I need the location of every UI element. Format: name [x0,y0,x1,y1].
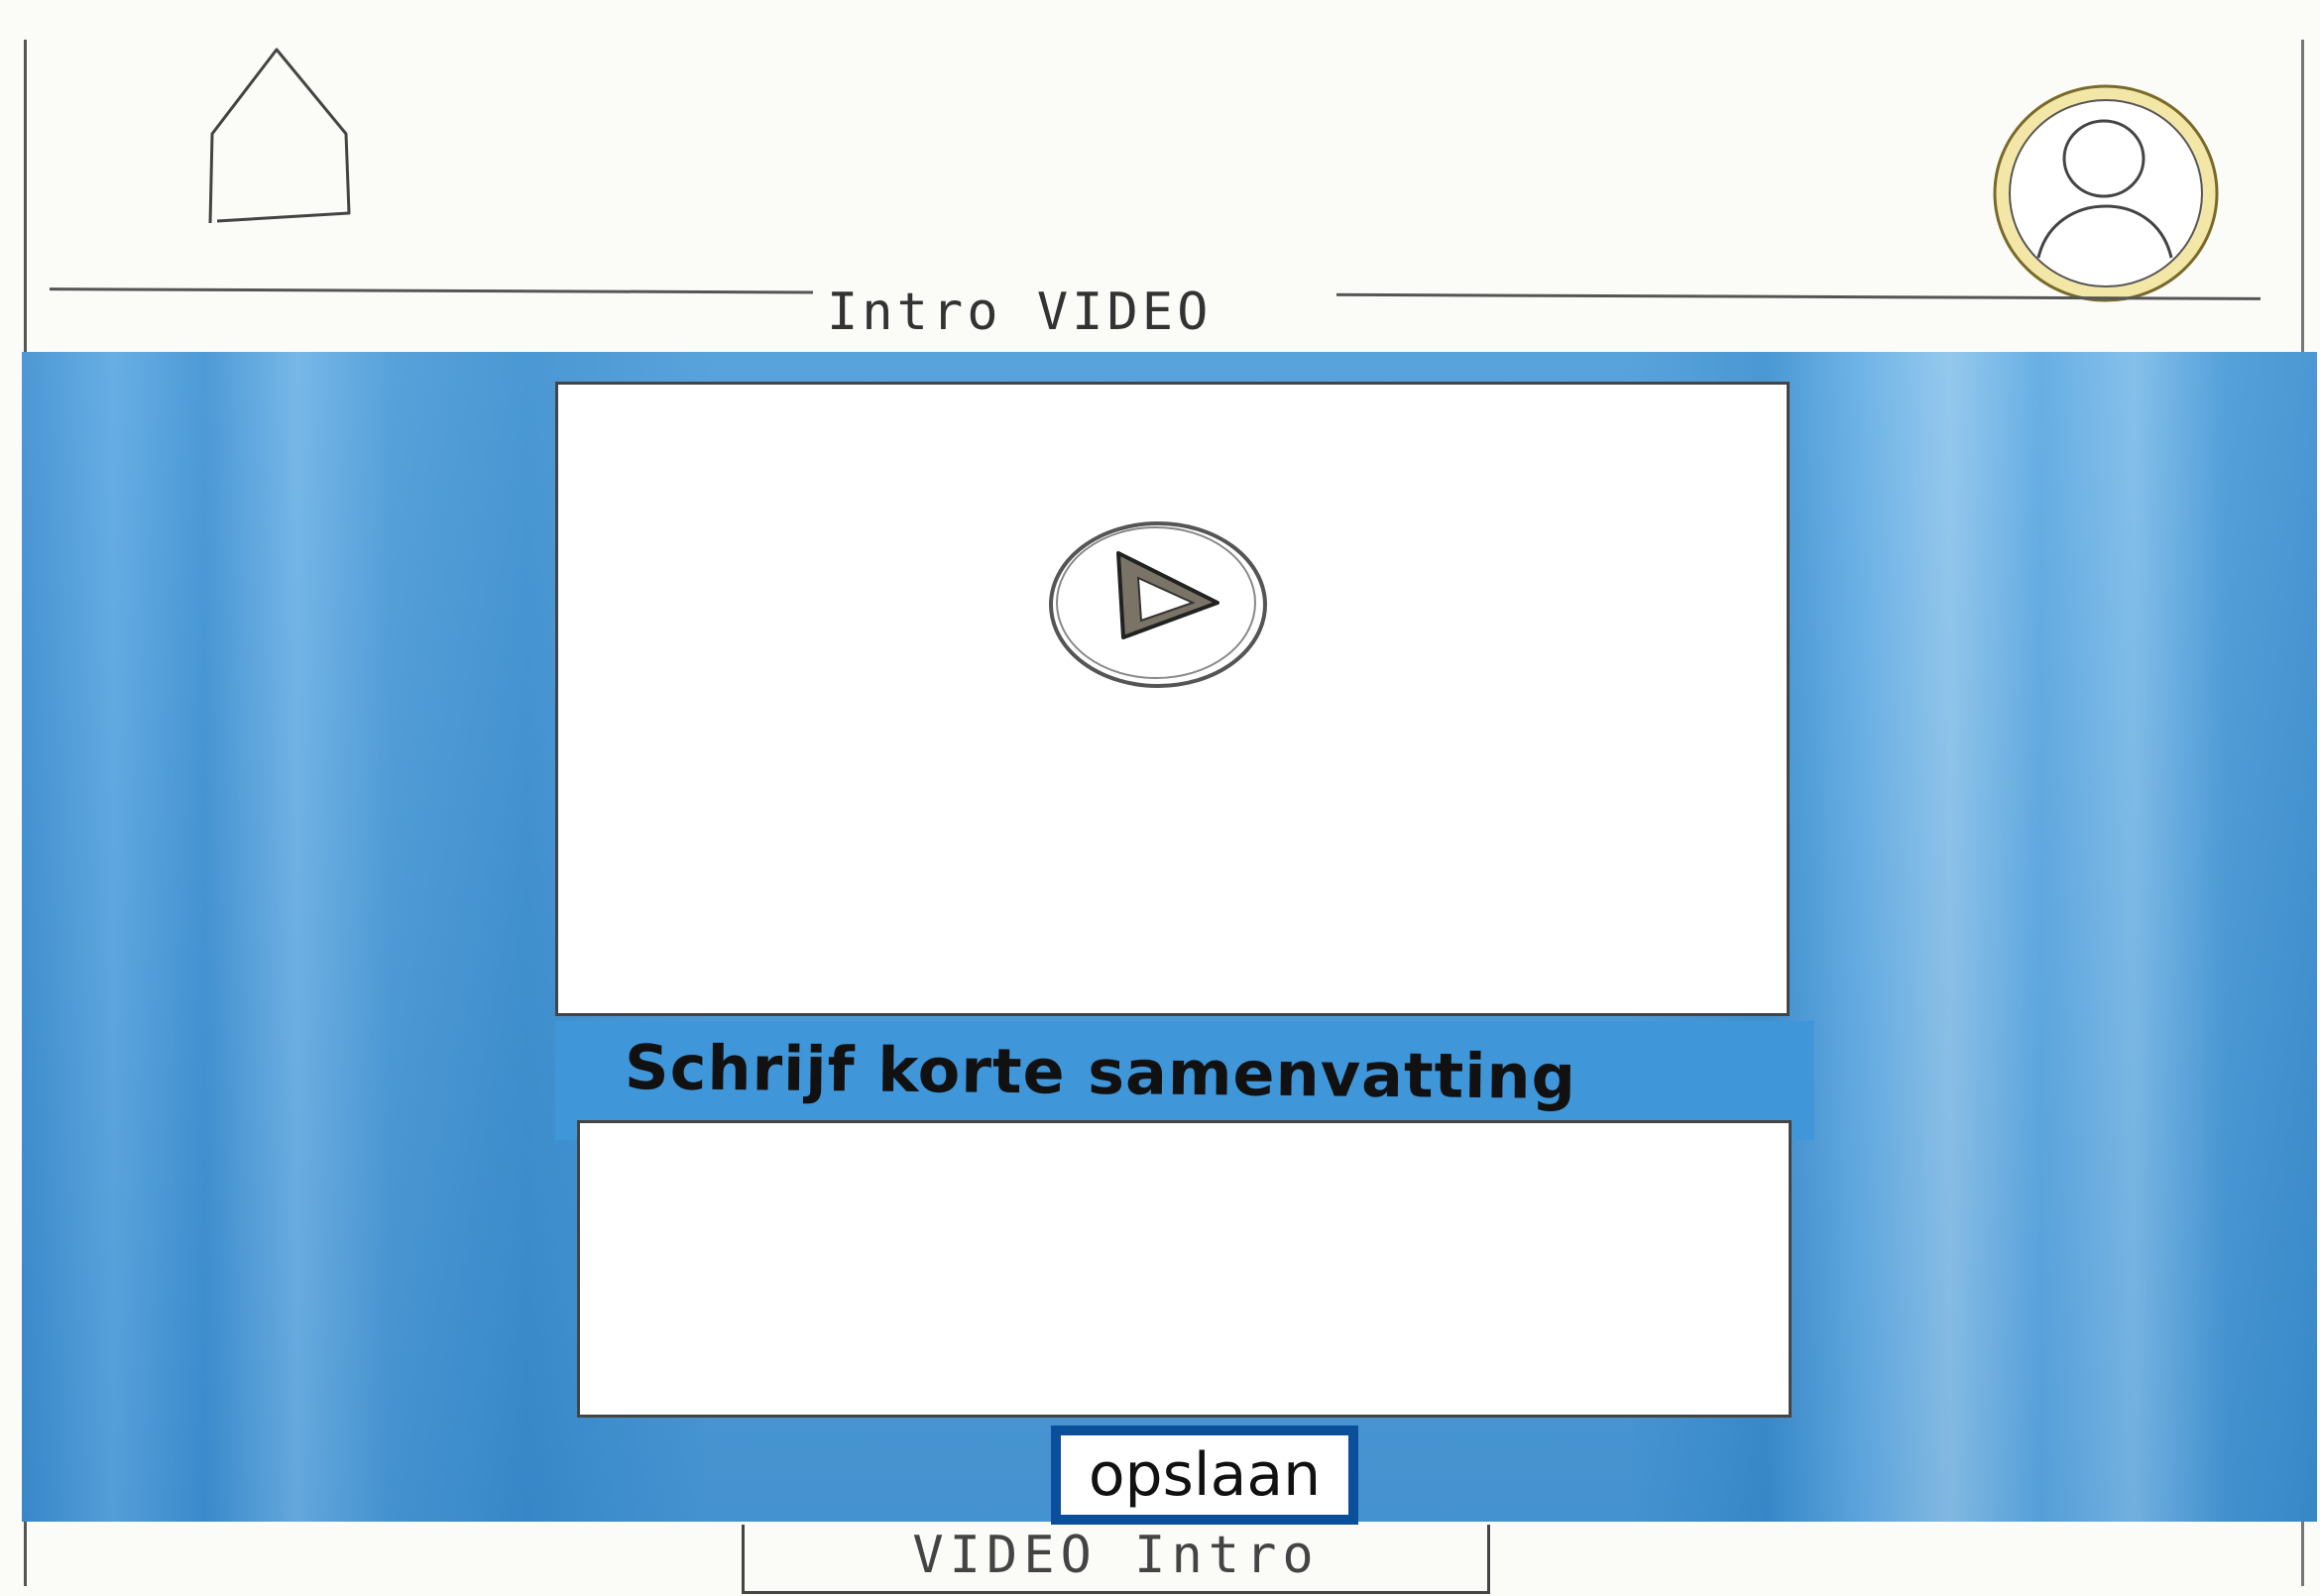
home-icon[interactable] [182,40,371,238]
summary-input[interactable] [577,1120,1792,1418]
header [24,20,2304,317]
page-title: Intro VIDEO [813,283,1336,342]
tab-video-intro[interactable]: VIDEO Intro [742,1525,1490,1594]
user-avatar-icon[interactable] [1987,79,2225,307]
page: Intro VIDEO Schrijf korte samenvatting o… [0,0,2320,1596]
video-player[interactable] [555,382,1790,1016]
save-button[interactable]: opslaan [1051,1425,1358,1525]
play-icon[interactable] [1044,513,1272,692]
summary-label: Schrijf korte samenvatting [624,1030,1577,1114]
